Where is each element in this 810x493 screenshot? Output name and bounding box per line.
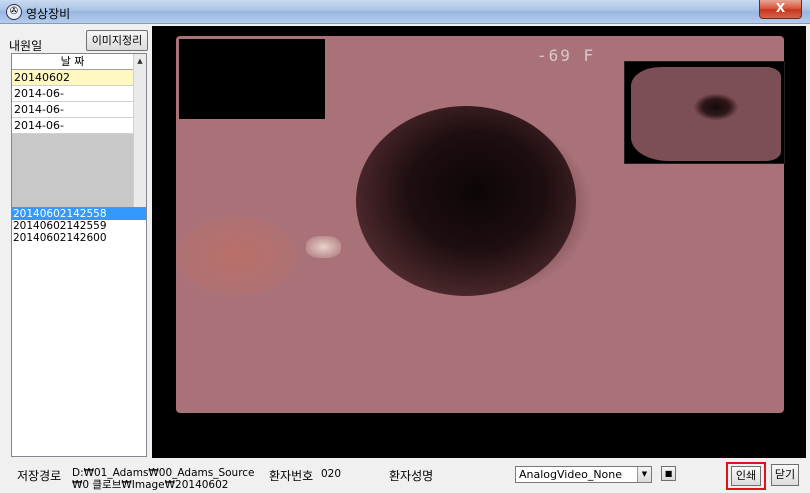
video-settings-button[interactable]: ■ [661, 466, 676, 481]
close-button[interactable]: 닫기 [771, 464, 799, 486]
image-viewer[interactable]: -69 F [152, 26, 806, 458]
bottom-bar: 저장경로 D:₩01_Adams₩00_Adams_Source₩0 클로브₩I… [3, 459, 807, 491]
print-button-highlight[interactable]: 인쇄 [726, 462, 766, 490]
date-list-scrollbar[interactable]: ▲ ▼ [133, 54, 146, 228]
save-path-value: D:₩01_Adams₩00_Adams_Source₩0 클로브₩Image₩… [72, 467, 255, 491]
date-row[interactable]: 2014-06- [12, 118, 133, 134]
organize-images-button[interactable]: 이미지정리 [86, 30, 148, 51]
date-row[interactable]: 20140602 [12, 70, 133, 86]
date-row[interactable]: 2014-06- [12, 86, 133, 102]
inset-image [624, 61, 785, 164]
window-client: 내원일 이미지정리 날 짜 20140602 2014-06- 2014-06-… [3, 25, 807, 491]
redacted-region [179, 39, 325, 119]
print-button[interactable]: 인쇄 [731, 466, 761, 486]
window-title: 영상장비 [26, 7, 71, 21]
file-list-item[interactable]: 20140602142558 [12, 208, 146, 220]
tissue-patch [176, 216, 296, 296]
date-list[interactable]: 날 짜 20140602 2014-06- 2014-06- 2014-06- … [11, 53, 147, 229]
scroll-up-icon[interactable]: ▲ [134, 55, 146, 67]
patient-name-label: 환자성명 [389, 469, 434, 483]
video-source-value: AnalogVideo_None [519, 468, 623, 481]
file-list-item[interactable]: 20140602142559 [12, 220, 146, 232]
video-source-select[interactable]: AnalogVideo_None ▼ [515, 466, 652, 483]
app-icon: ✇ [6, 4, 22, 20]
date-row[interactable]: 2014-06- [12, 102, 133, 118]
patient-number-label: 환자번호 [269, 469, 314, 483]
image-overlay-text: -69 F [537, 46, 596, 65]
patient-number-value: 020 [321, 468, 342, 480]
date-column-header[interactable]: 날 짜 [12, 54, 133, 70]
tissue-spot [306, 236, 341, 258]
inset-image-content [631, 67, 781, 161]
visit-date-label: 내원일 [9, 39, 43, 53]
chevron-down-icon[interactable]: ▼ [637, 467, 651, 482]
title-bar: ✇ 영상장비 X [0, 0, 810, 24]
save-path-label: 저장경로 [17, 469, 62, 483]
file-list-item[interactable]: 20140602142600 [12, 232, 146, 244]
window-close-button[interactable]: X [759, 0, 802, 19]
lumen-shading [356, 106, 576, 296]
image-file-list[interactable]: 20140602142558 20140602142559 2014060214… [11, 207, 147, 457]
